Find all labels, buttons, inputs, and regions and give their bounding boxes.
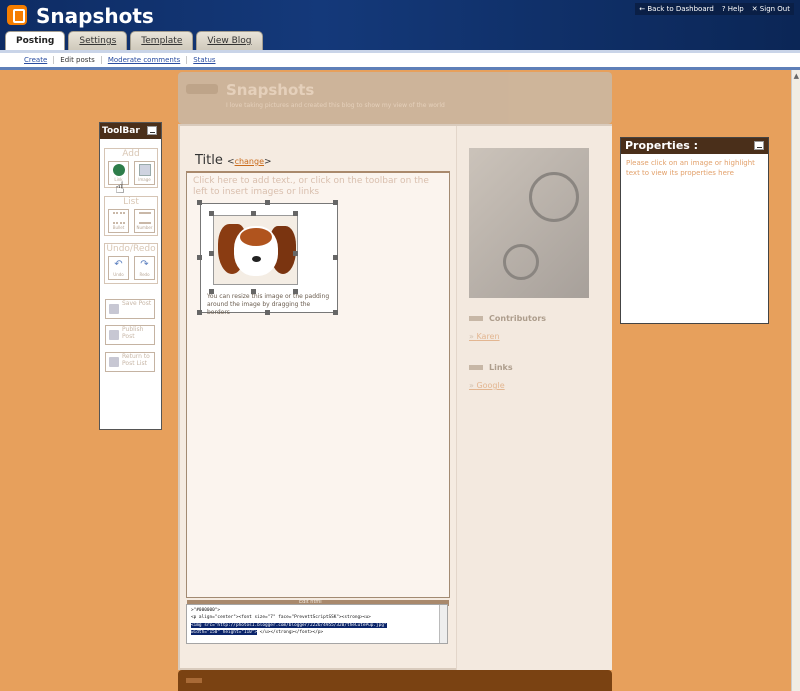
tab-settings[interactable]: Settings — [68, 31, 128, 50]
tab-view-blog[interactable]: View Blog — [196, 31, 263, 50]
properties-header: Properties : — [621, 138, 768, 154]
app-header: Snapshots ← Back to Dashboard ? Help ✕ S… — [0, 0, 800, 50]
bullet-list-icon — [112, 212, 125, 224]
change-title-link[interactable]: change — [235, 157, 264, 166]
template-header: Snapshots I love taking pictures and cre… — [178, 72, 612, 124]
properties-title: Properties : — [625, 139, 699, 152]
code-line: </u></strong></font></p> — [259, 630, 324, 636]
image-selection-box[interactable]: You can resize this image or the padding… — [200, 203, 338, 316]
resize-handle[interactable] — [265, 310, 270, 315]
subnav-status[interactable]: Status — [187, 56, 221, 64]
list-group: List Bullet Number — [104, 196, 158, 236]
undo-button[interactable]: ↶ Undo — [108, 256, 129, 280]
return-icon — [109, 357, 119, 367]
resize-handle[interactable] — [293, 251, 298, 256]
footer-badge — [186, 678, 202, 683]
tab-template[interactable]: Template — [130, 31, 194, 50]
template-title: Snapshots — [226, 81, 315, 99]
resize-handle[interactable] — [333, 200, 338, 205]
undo-redo-group: Undo/Redo ↶ Undo ↷ Redo — [104, 243, 158, 284]
tab-posting[interactable]: Posting — [5, 31, 66, 50]
resize-handle[interactable] — [293, 211, 298, 216]
google-link[interactable]: Google — [469, 381, 504, 390]
add-group: Add Link Image — [104, 148, 158, 188]
resize-handle[interactable] — [209, 251, 214, 256]
list-group-label: List — [123, 197, 139, 207]
resize-handle[interactable] — [197, 200, 202, 205]
template-picture — [469, 148, 589, 298]
template-badge — [186, 84, 218, 94]
blog-title: Snapshots — [36, 4, 154, 28]
template-sidebar: Contributors Karen Links Google — [456, 126, 612, 670]
subnav-moderate-comments[interactable]: Moderate comments — [102, 56, 188, 64]
post-page: Title <change> Click here to add text., … — [178, 124, 612, 670]
resize-handle[interactable] — [251, 211, 256, 216]
add-group-label: Add — [122, 149, 140, 159]
properties-hint: Please click on an image or highlight te… — [626, 159, 755, 178]
number-list-icon — [138, 212, 151, 224]
undo-icon: ↶ — [114, 259, 123, 270]
template-footer — [178, 670, 612, 691]
hand-cursor-icon: ☝ — [115, 178, 125, 197]
resize-handle[interactable] — [293, 289, 298, 294]
return-to-post-list-button[interactable]: Return to Post List — [105, 352, 155, 372]
back-to-dashboard-link[interactable]: ← Back to Dashboard — [639, 5, 714, 13]
resize-handle[interactable] — [197, 310, 202, 315]
code-line: <p align="center"><font size="7" face="P… — [191, 615, 371, 621]
redo-icon: ↷ — [140, 259, 149, 270]
html-code-editor[interactable]: >"#000000"> <p align="center"><font size… — [186, 604, 448, 644]
resize-handle[interactable] — [209, 211, 214, 216]
header-links: ← Back to Dashboard ? Help ✕ Sign Out — [635, 3, 794, 15]
main-tabs: Posting Settings Template View Blog — [5, 31, 263, 50]
number-list-button[interactable]: Number — [134, 209, 155, 233]
save-icon — [109, 304, 119, 314]
puppy-image[interactable] — [213, 215, 298, 285]
resize-handle[interactable] — [333, 310, 338, 315]
toolbar-panel: ToolBar Add Link Image List Bullet Numbe… — [99, 122, 162, 430]
links-heading: Links — [469, 363, 513, 372]
post-editor[interactable]: Click here to add text., or click on the… — [186, 171, 450, 606]
sub-navigation: Create Edit posts Moderate comments Stat… — [0, 50, 800, 70]
image-resize-caption: You can resize this image or the padding… — [207, 293, 330, 316]
post-title-label: Title — [195, 153, 223, 168]
code-line-selected: <img src="http://photos1.blogger.com/blo… — [191, 622, 387, 628]
subnav-edit-posts[interactable]: Edit posts — [54, 56, 102, 64]
publish-post-button[interactable]: Publish Post — [105, 325, 155, 345]
bullet-list-button[interactable]: Bullet — [108, 209, 129, 233]
toolbar-title: ToolBar — [102, 126, 140, 136]
post-title: Title <change> — [195, 153, 272, 168]
resize-handle[interactable] — [265, 200, 270, 205]
blogger-logo-icon — [7, 5, 27, 25]
page-scrollbar[interactable] — [791, 70, 800, 691]
scroll-up-icon[interactable]: ▲ — [794, 72, 799, 80]
save-post-button[interactable]: Save Post — [105, 299, 155, 319]
contributor-link[interactable]: Karen — [469, 332, 499, 341]
globe-icon — [112, 164, 125, 176]
redo-button[interactable]: ↷ Redo — [134, 256, 155, 280]
resize-handle[interactable] — [251, 289, 256, 294]
contributors-heading: Contributors — [469, 314, 546, 323]
undo-redo-group-label: Undo/Redo — [106, 244, 156, 254]
resize-handle[interactable] — [209, 289, 214, 294]
code-line-selected: width="150" height="110"> — [191, 630, 258, 636]
help-link[interactable]: ? Help — [722, 5, 744, 13]
toolbar-header: ToolBar — [100, 123, 161, 139]
subnav-create[interactable]: Create — [18, 56, 55, 64]
editor-hint: Click here to add text., or click on the… — [193, 176, 429, 197]
properties-panel: Properties : Please click on an image or… — [620, 137, 769, 324]
code-line: >"#000000"> — [191, 608, 221, 613]
sign-out-link[interactable]: ✕ Sign Out — [752, 5, 790, 13]
template-description: I love taking pictures and created this … — [226, 102, 445, 109]
code-scrollbar[interactable] — [439, 605, 447, 643]
resize-handle[interactable] — [197, 255, 202, 260]
resize-handle[interactable] — [333, 255, 338, 260]
minimize-icon[interactable] — [147, 126, 157, 135]
insert-image-button[interactable]: Image — [134, 161, 155, 185]
publish-icon — [109, 330, 119, 340]
image-icon — [138, 164, 151, 176]
minimize-icon[interactable] — [754, 141, 764, 150]
